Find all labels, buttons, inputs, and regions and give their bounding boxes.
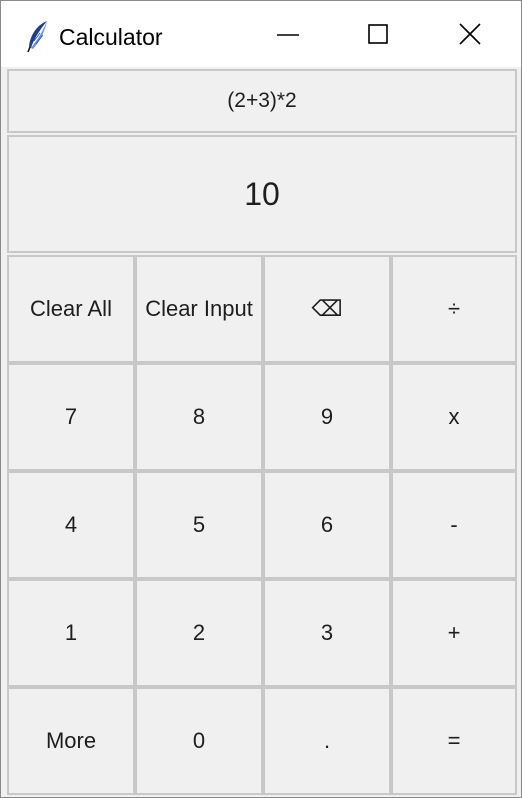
add-button[interactable]: + [391,579,517,687]
calculator-window: Calculator (2+3)*2 10 Clear All Clear In… [0,0,522,798]
feather-icon [27,21,47,53]
more-button[interactable]: More [7,687,135,795]
digit-1-button[interactable]: 1 [7,579,135,687]
backspace-button[interactable]: ⌫ [263,255,391,363]
clear-input-button[interactable]: Clear Input [135,255,263,363]
digit-9-button[interactable]: 9 [263,363,391,471]
digit-6-button[interactable]: 6 [263,471,391,579]
divide-button[interactable]: ÷ [391,255,517,363]
digit-5-button[interactable]: 5 [135,471,263,579]
digit-8-button[interactable]: 8 [135,363,263,471]
multiply-button[interactable]: x [391,363,517,471]
decimal-button[interactable]: . [263,687,391,795]
keypad: Clear All Clear Input ⌫ ÷ 7 8 9 x 4 5 6 … [7,255,517,795]
title-bar[interactable]: Calculator [1,1,521,67]
equals-button[interactable]: = [391,687,517,795]
subtract-button[interactable]: - [391,471,517,579]
expression-display: (2+3)*2 [7,69,517,133]
minimize-icon [277,34,299,36]
digit-7-button[interactable]: 7 [7,363,135,471]
clear-all-button[interactable]: Clear All [7,255,135,363]
digit-2-button[interactable]: 2 [135,579,263,687]
maximize-icon [368,24,388,44]
close-button[interactable] [425,1,515,67]
window-title: Calculator [59,24,163,50]
result-display: 10 [7,135,517,253]
digit-0-button[interactable]: 0 [135,687,263,795]
maximize-button[interactable] [333,1,423,67]
minimize-button[interactable] [243,1,333,67]
digit-3-button[interactable]: 3 [263,579,391,687]
digit-4-button[interactable]: 4 [7,471,135,579]
close-icon [459,23,481,45]
